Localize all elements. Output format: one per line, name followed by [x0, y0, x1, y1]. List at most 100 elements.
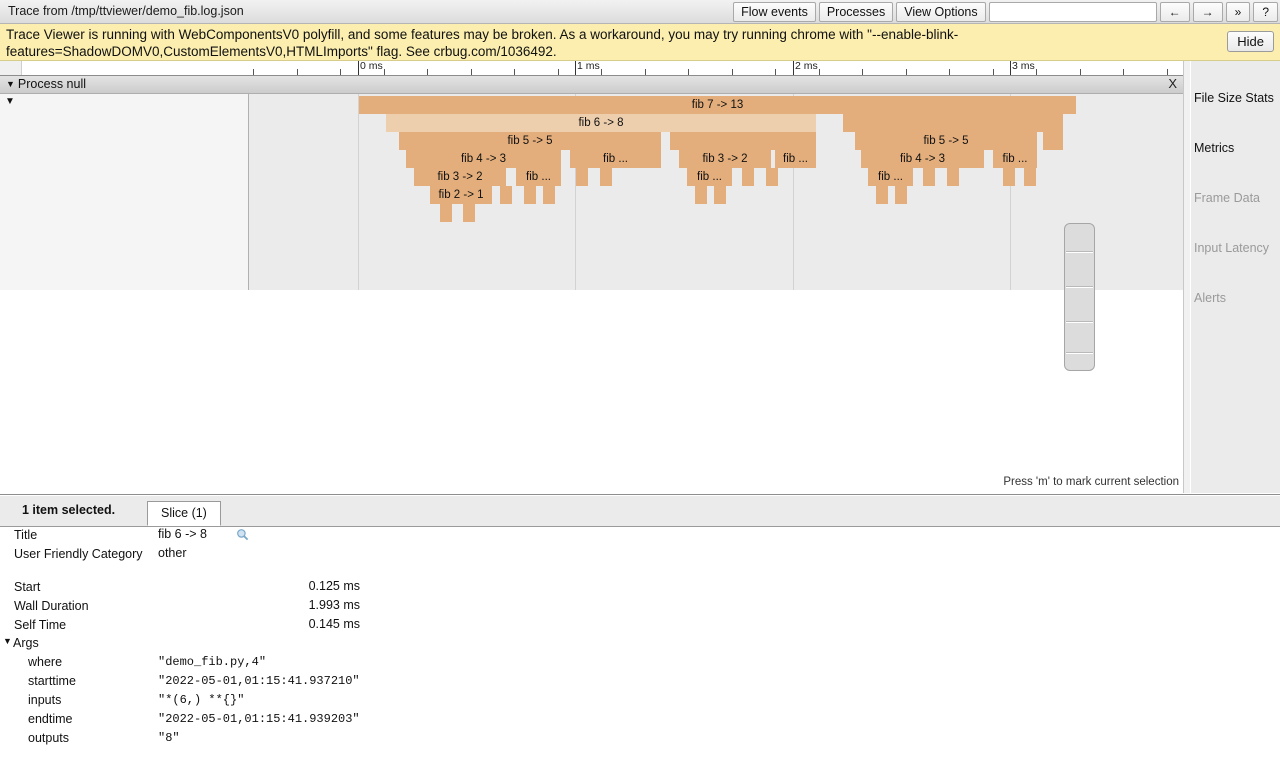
flame-slice[interactable]: fib ... [516, 168, 561, 186]
ruler-minor-tick [949, 69, 950, 75]
right-sidebar: File Size Stats Metrics Frame Data Input La… [1191, 61, 1280, 493]
details-row: starttime "2022-05-01,01:15:41.937210" [0, 674, 1280, 693]
help-button[interactable]: ? [1253, 2, 1278, 22]
flame-slice[interactable] [1003, 168, 1015, 186]
flame-slice[interactable] [500, 186, 512, 204]
flame-slice[interactable] [463, 204, 475, 222]
warning-banner-text: Trace Viewer is running with WebComponen… [6, 27, 959, 59]
slider-notch [1066, 286, 1093, 288]
flame-slice[interactable] [576, 168, 588, 186]
nav-forward-button[interactable]: → [1192, 2, 1223, 22]
ruler-minor-tick [297, 69, 298, 75]
flame-slice[interactable]: fib ... [775, 150, 816, 168]
trace-viewer-app: Trace from /tmp/ttviewer/demo_fib.log.js… [0, 0, 1280, 777]
slider-notch [1066, 251, 1093, 253]
selection-count-label: 1 item selected. [22, 503, 116, 517]
flame-slice[interactable] [876, 186, 888, 204]
search-icon[interactable] [236, 528, 249, 541]
arg-value: "2022-05-01,01:15:41.939203" [158, 712, 360, 726]
ruler-minor-tick [1036, 69, 1037, 75]
ruler-tick-label: 1 ms [577, 60, 600, 72]
slider-notch [1066, 352, 1093, 354]
timeline-scrollbar[interactable] [1183, 61, 1190, 493]
flame-slice[interactable]: fib 6 -> 8 [386, 114, 816, 132]
ruler-minor-tick [558, 69, 559, 75]
titlebar-actions: Flow events Processes View Options ← → »… [733, 2, 1278, 22]
sidebar-item-file-size-stats[interactable]: File Size Stats [1194, 91, 1274, 105]
hide-banner-button[interactable]: Hide [1227, 31, 1274, 52]
args-chevron-down-icon[interactable]: ▼ [3, 636, 12, 646]
flame-chart-canvas[interactable]: fib 7 -> 13 fib 6 -> 8 fib 5 -> 5 fib 5 -> … [249, 94, 1189, 290]
details-row: inputs "*(6,) **{}" [0, 693, 1280, 712]
arg-value: "2022-05-01,01:15:41.937210" [158, 674, 360, 688]
mark-selection-hint: Press 'm' to mark current selection [1003, 476, 1179, 488]
flame-slice[interactable]: fib ... [570, 150, 661, 168]
details-row: User Friendly Category other [0, 546, 1280, 579]
flame-slice[interactable] [670, 132, 816, 150]
details-row: endtime "2022-05-01,01:15:41.939203" [0, 712, 1280, 731]
flame-slice[interactable]: fib ... [687, 168, 732, 186]
flame-slice[interactable]: fib 3 -> 2 [679, 150, 771, 168]
ruler-minor-tick [384, 69, 385, 75]
flame-slice[interactable] [543, 186, 555, 204]
arg-label: starttime [28, 674, 76, 688]
ruler-minor-tick [1167, 69, 1168, 75]
flame-slice[interactable] [1043, 132, 1063, 150]
flame-slice[interactable] [766, 168, 778, 186]
time-ruler[interactable]: 0 ms 1 ms 2 ms 3 ms [0, 60, 1189, 76]
arg-label: inputs [28, 693, 62, 707]
vertical-zoom-slider[interactable] [1064, 223, 1095, 371]
flame-slice[interactable]: fib ... [993, 150, 1037, 168]
nav-back-button[interactable]: ← [1159, 2, 1190, 22]
flame-slice[interactable] [843, 114, 1063, 132]
flame-slice[interactable] [440, 204, 452, 222]
view-options-button[interactable]: View Options [896, 2, 986, 22]
sidebar-item-alerts: Alerts [1194, 291, 1226, 305]
flame-slice[interactable]: fib 5 -> 5 [855, 132, 1037, 150]
flame-slice[interactable] [714, 186, 726, 204]
flow-events-button[interactable]: Flow events [733, 2, 816, 22]
flame-slice[interactable] [923, 168, 935, 186]
flame-slice[interactable]: fib 7 -> 13 [359, 96, 1076, 114]
details-field-value: 0.145 ms [308, 617, 360, 631]
timeline-panel: 0 ms 1 ms 2 ms 3 ms ▼ Process null X ▼ fib 7… [0, 60, 1190, 493]
sidebar-item-input-latency: Input Latency [1194, 241, 1270, 255]
details-field-label: Title [14, 528, 38, 542]
flame-slice[interactable]: fib ... [868, 168, 913, 186]
flame-slice[interactable] [742, 168, 754, 186]
arg-label: endtime [28, 712, 73, 726]
process-header[interactable]: ▼ Process null X [0, 76, 1189, 94]
details-row: outputs "8" [0, 731, 1280, 750]
processes-button[interactable]: Processes [818, 2, 894, 22]
details-field-label: User Friendly Category [14, 547, 143, 561]
flame-slice[interactable] [695, 186, 707, 204]
flame-slice[interactable] [600, 168, 612, 186]
process-label: ▼ Process null [6, 77, 86, 91]
details-field-value: fib 6 -> 8 [158, 527, 207, 541]
flame-slice[interactable]: fib 4 -> 3 [861, 150, 984, 168]
search-input[interactable] [988, 2, 1157, 22]
track-expand-chevron-icon[interactable]: ▼ [5, 96, 15, 107]
flame-slice[interactable] [895, 186, 907, 204]
details-field-value: other [158, 546, 187, 560]
arg-label: where [28, 655, 63, 669]
flame-slice[interactable] [1024, 168, 1036, 186]
flame-slice[interactable] [947, 168, 959, 186]
ruler-minor-tick [471, 69, 472, 75]
flame-slice[interactable]: fib 4 -> 3 [406, 150, 561, 168]
tab-slice[interactable]: Slice (1) [147, 501, 221, 526]
args-section-title: Args [13, 636, 39, 650]
nav-more-button[interactable]: » [1225, 2, 1251, 22]
flame-slice[interactable]: fib 5 -> 5 [399, 132, 661, 150]
sidebar-item-metrics[interactable]: Metrics [1194, 141, 1234, 155]
ruler-minor-tick [819, 69, 820, 75]
flame-slice[interactable]: fib 2 -> 1 [430, 186, 492, 204]
flame-slice[interactable]: fib 3 -> 2 [414, 168, 506, 186]
process-name: Process null [17, 77, 87, 91]
ruler-tick-label: 3 ms [1012, 60, 1035, 72]
flame-slice[interactable] [524, 186, 536, 204]
timeline-empty-area: Press 'm' to mark current selection [0, 290, 1189, 492]
ruler-left-pad [0, 61, 22, 75]
details-row: where "demo_fib.py,4" [0, 655, 1280, 674]
close-icon[interactable]: X [1168, 76, 1177, 91]
